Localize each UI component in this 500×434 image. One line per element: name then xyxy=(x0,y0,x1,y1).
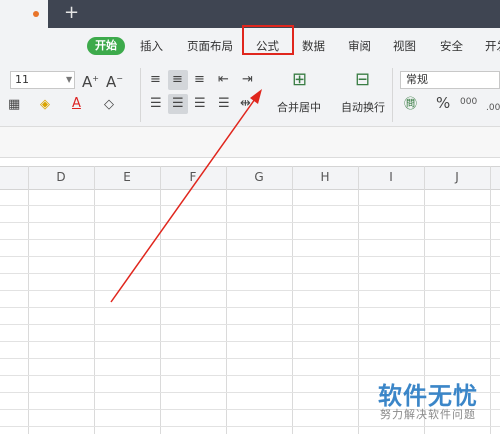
annotation-arrow xyxy=(110,89,262,303)
watermark-subtitle: 努力解决软件问题 xyxy=(380,408,476,421)
arrow-head xyxy=(250,89,262,104)
arrow-shaft xyxy=(110,98,256,303)
